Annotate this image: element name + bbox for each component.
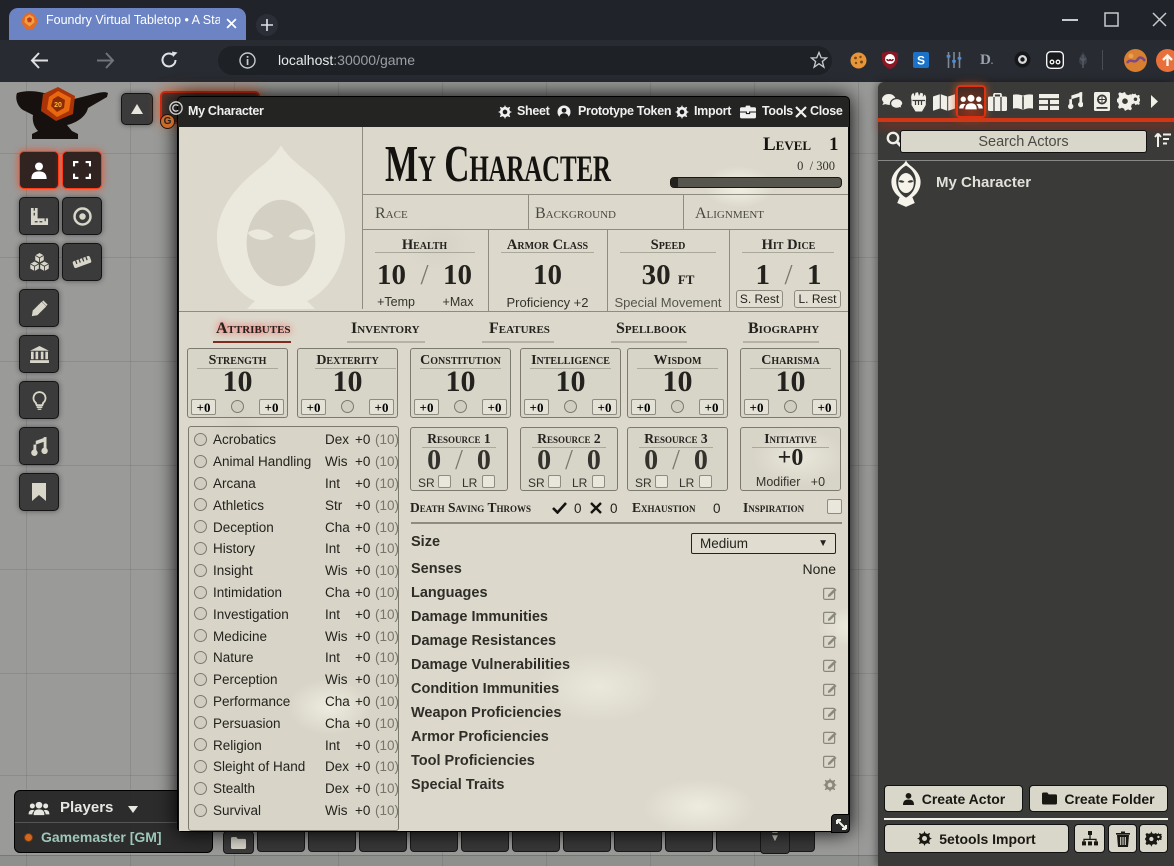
svg-text:20: 20 xyxy=(54,102,62,109)
svg-text:S: S xyxy=(917,54,925,68)
